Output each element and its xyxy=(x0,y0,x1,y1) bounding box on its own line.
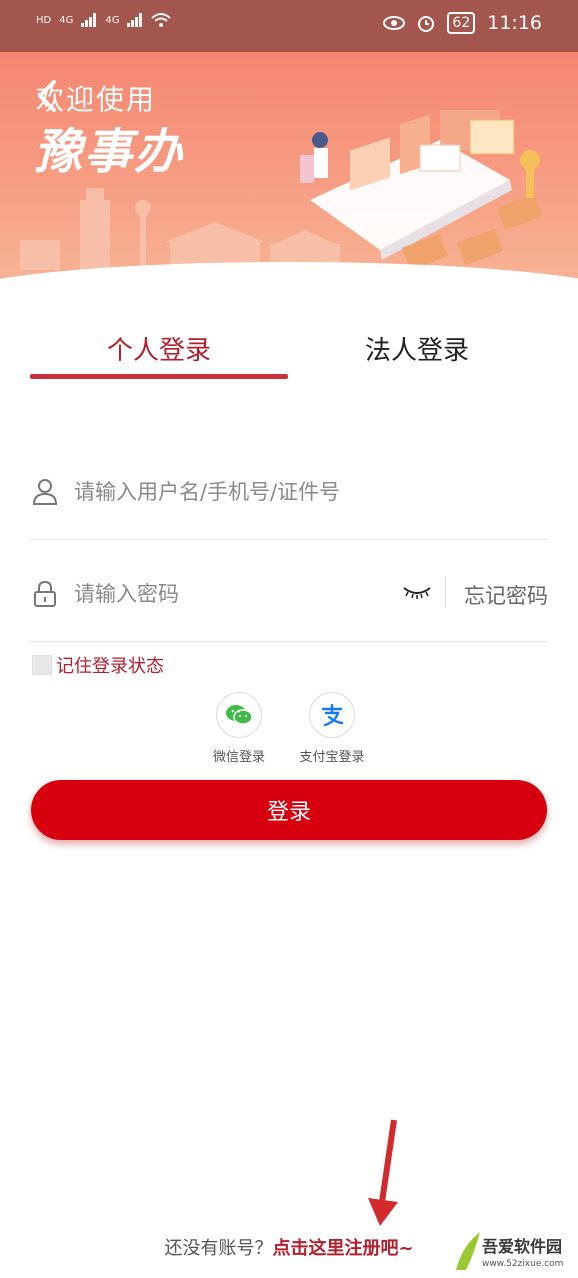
eye-status-icon xyxy=(383,16,406,30)
hero-banner: HD 4G 4G 62 11:16 欢迎使用 豫事办 xyxy=(0,0,578,300)
remember-label: 记住登录状态 xyxy=(56,656,164,677)
login-button[interactable]: 登录 xyxy=(31,780,547,840)
wifi-icon xyxy=(151,13,172,27)
forgot-password-link[interactable]: 忘记密码 xyxy=(464,580,548,610)
tab-personal-login[interactable]: 个人登录 xyxy=(30,330,288,367)
brand-title: 豫事办 xyxy=(34,124,185,180)
username-input[interactable] xyxy=(74,470,414,514)
phone-illustration xyxy=(300,110,543,271)
tab-corporate-login[interactable]: 法人登录 xyxy=(288,330,546,367)
network-label-1: 4G xyxy=(59,14,74,26)
register-question: 还没有账号？ xyxy=(164,1238,273,1259)
alipay-login-label: 支付宝登录 xyxy=(299,750,365,765)
wechat-icon xyxy=(226,705,253,725)
network-label-2: 4G xyxy=(105,14,120,26)
password-input[interactable] xyxy=(74,572,414,616)
battery-indicator: 62 xyxy=(447,12,476,34)
clock: 11:16 xyxy=(487,12,542,34)
status-right: 62 11:16 xyxy=(383,12,542,34)
signal-icon-2 xyxy=(127,13,143,27)
divider xyxy=(445,576,446,608)
red-arrow-annotation xyxy=(368,1119,398,1226)
lock-icon xyxy=(34,580,56,607)
alipay-login[interactable]: 支付宝登录 xyxy=(287,692,377,765)
watermark-title: 吾爱软件园 xyxy=(482,1237,562,1256)
register-link[interactable]: 点击这里注册吧~ xyxy=(272,1238,413,1259)
wechat-login[interactable]: 微信登录 xyxy=(194,692,284,765)
login-tabs: 个人登录 法人登录 xyxy=(30,330,548,382)
alarm-icon xyxy=(418,16,435,32)
alipay-login-button[interactable] xyxy=(309,692,355,738)
alipay-icon xyxy=(321,703,344,727)
username-row xyxy=(30,440,548,540)
wechat-login-button[interactable] xyxy=(216,692,262,738)
watermark-logo: 吾爱软件园 www.52zixue.com xyxy=(456,1232,563,1270)
hd-label: HD xyxy=(36,14,52,26)
wechat-login-label: 微信登录 xyxy=(212,750,265,765)
status-bar: HD 4G 4G 62 11:16 xyxy=(0,0,578,52)
remember-login[interactable]: 记住登录状态 xyxy=(32,652,164,678)
password-row: 忘记密码 xyxy=(30,542,548,642)
watermark-url: www.52zixue.com xyxy=(482,1259,563,1269)
eye-closed-icon[interactable] xyxy=(402,582,432,602)
user-icon xyxy=(32,479,58,505)
remember-checkbox[interactable] xyxy=(32,655,52,675)
active-tab-indicator xyxy=(30,374,288,379)
status-left: HD 4G 4G xyxy=(36,12,172,28)
signal-icon xyxy=(81,13,97,27)
